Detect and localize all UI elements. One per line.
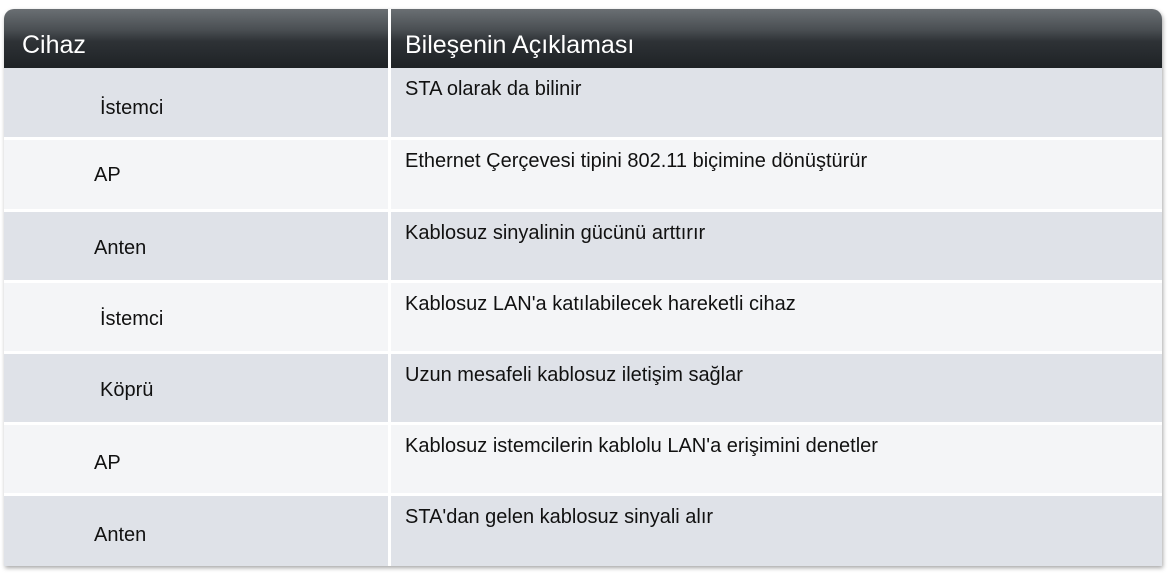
- description-cell: Kablosuz LAN'a katılabilecek hareketli c…: [405, 293, 796, 315]
- description-cell: STA'dan gelen kablosuz sinyali alır: [405, 506, 714, 528]
- table-row: İstemci Kablosuz LAN'a katılabilecek har…: [4, 283, 1162, 354]
- table-row: AP Kablosuz istemcilerin kablolu LAN'a e…: [4, 425, 1162, 496]
- table-row: AP Ethernet Çerçevesi tipini 802.11 biçi…: [4, 140, 1162, 212]
- table-row: İstemci STA olarak da bilinir: [4, 68, 1162, 140]
- table-row: Anten Kablosuz sinyalinin gücünü arttırı…: [4, 212, 1162, 283]
- table-row: Köprü Uzun mesafeli kablosuz iletişim sa…: [4, 354, 1162, 425]
- column-divider: [388, 9, 391, 566]
- table-row: Anten STA'dan gelen kablosuz sinyali alı…: [4, 496, 1162, 566]
- description-cell: Uzun mesafeli kablosuz iletişim sağlar: [405, 364, 743, 386]
- device-cell: AP: [94, 164, 121, 186]
- device-cell: İstemci: [100, 308, 164, 330]
- description-cell: Kablosuz sinyalinin gücünü arttırır: [405, 222, 706, 244]
- device-cell: Köprü: [100, 379, 154, 401]
- description-cell: STA olarak da bilinir: [405, 78, 582, 100]
- device-cell: İstemci: [100, 97, 164, 119]
- device-cell: AP: [94, 452, 121, 474]
- description-cell: Kablosuz istemcilerin kablolu LAN'a eriş…: [405, 435, 878, 457]
- device-cell: Anten: [94, 237, 147, 259]
- header-device: Cihaz: [22, 31, 86, 59]
- device-cell: Anten: [94, 524, 147, 546]
- table-header: Cihaz Bileşenin Açıklaması: [4, 9, 1162, 68]
- header-description: Bileşenin Açıklaması: [405, 31, 635, 59]
- description-cell: Ethernet Çerçevesi tipini 802.11 biçimin…: [405, 150, 868, 172]
- device-table: Cihaz Bileşenin Açıklaması İstemci STA o…: [4, 9, 1162, 566]
